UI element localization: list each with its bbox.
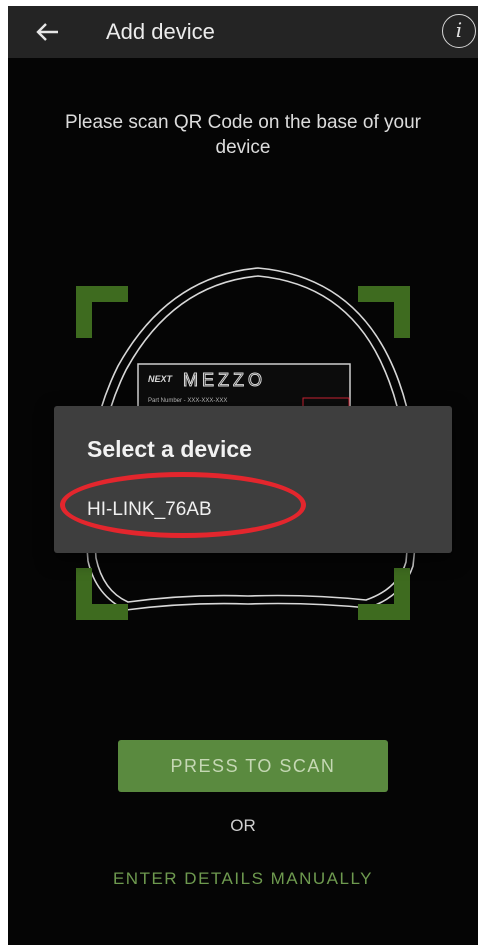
press-to-scan-button[interactable]: PRESS TO SCAN — [118, 740, 388, 792]
svg-text:NEXT: NEXT — [148, 374, 174, 384]
device-option-hi-link[interactable]: HI-LINK_76AB — [60, 472, 434, 538]
device-label: HI-LINK_76AB — [87, 499, 212, 520]
enter-details-manually-link[interactable]: ENTER DETAILS MANUALLY — [8, 869, 478, 889]
select-device-dialog: Select a device HI-LINK_76AB — [54, 406, 452, 553]
dialog-title: Select a device — [87, 436, 252, 462]
label-part-number: Part Number - XXX-XXX-XXX — [148, 398, 227, 404]
add-device-screen: Add device i Please scan QR Code on the … — [8, 6, 478, 945]
or-divider-text: OR — [230, 816, 256, 835]
label-brand: MEZZO — [183, 370, 266, 390]
